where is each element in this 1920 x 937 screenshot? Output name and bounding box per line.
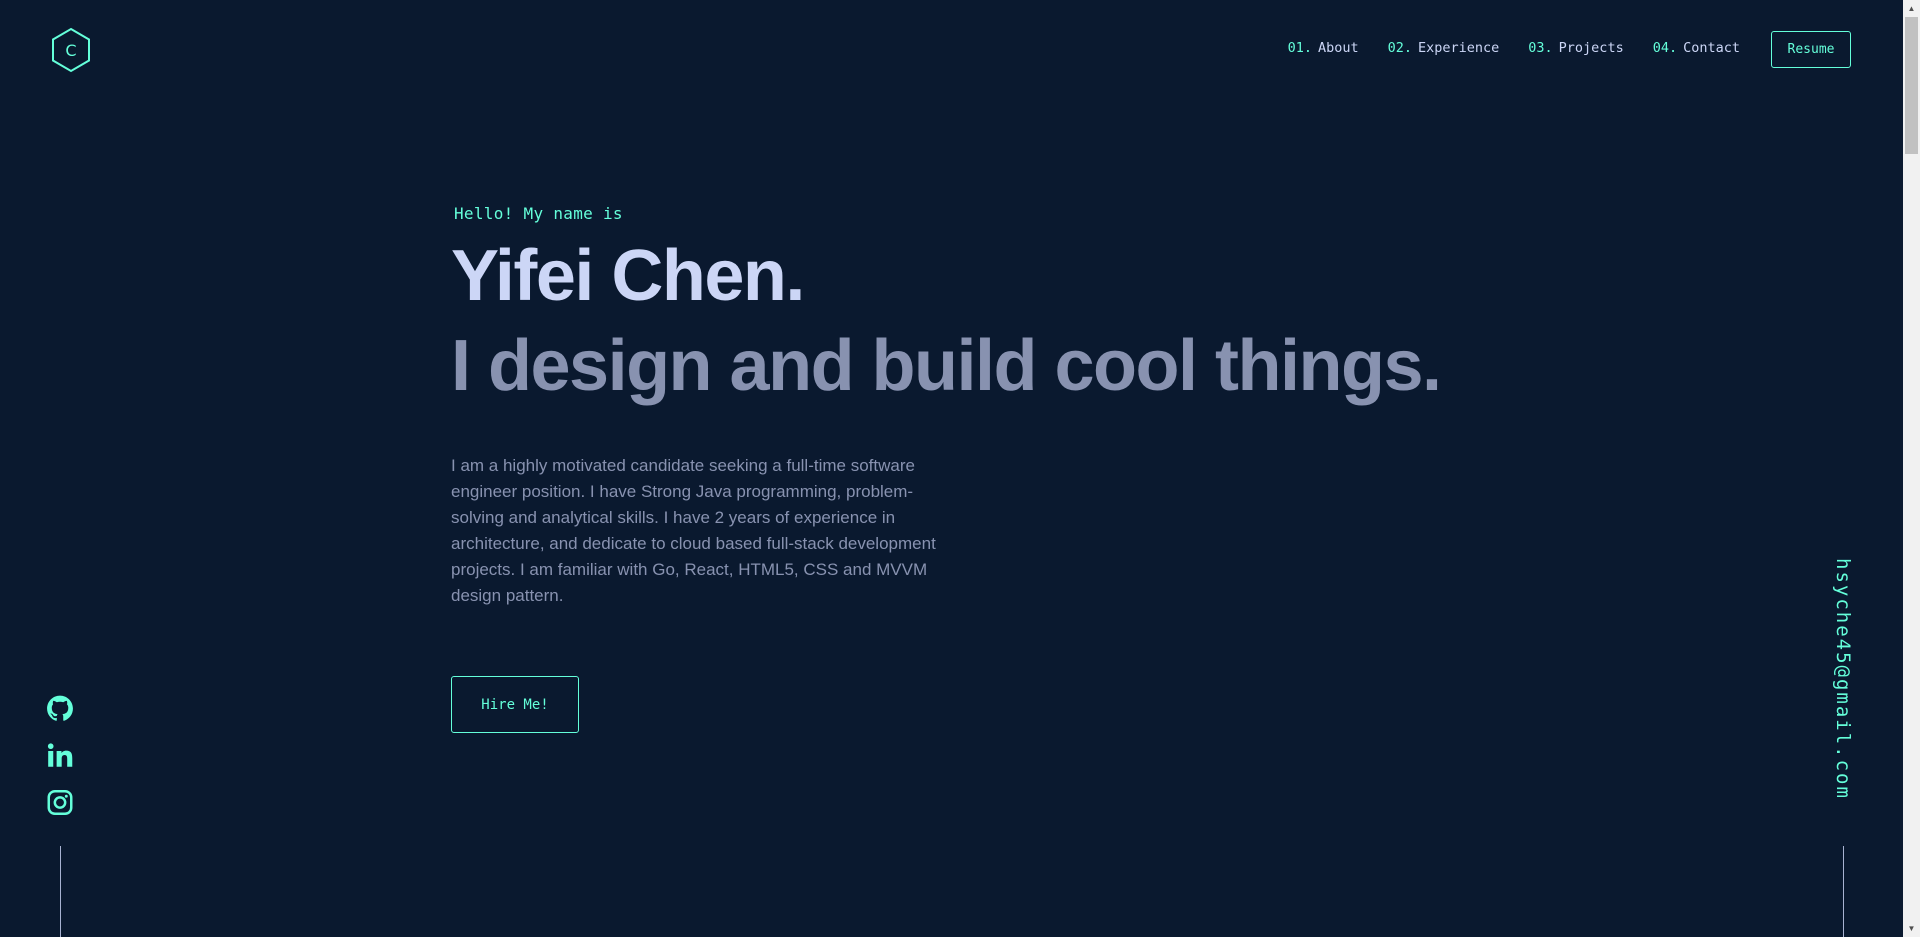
resume-button[interactable]: Resume [1771,31,1851,68]
nav-item-about[interactable]: 01. About [1288,40,1359,56]
linkedin-link[interactable] [46,742,74,769]
hero-description: I am a highly motivated candidate seekin… [451,456,936,605]
page-scrollbar[interactable]: ▲ ▼ [1903,0,1920,937]
scroll-up-arrow-icon[interactable]: ▲ [1903,0,1920,17]
nav-number: 04. [1652,40,1678,56]
nav-item-contact[interactable]: 04. Contact [1653,40,1740,56]
scroll-down-arrow-icon[interactable]: ▼ [1903,920,1920,937]
hero-intro: Hello! My name is [454,204,623,223]
main-nav: 01. About 02. Experience 03. Projects 04. Co… [1288,40,1740,56]
email-divider-line [1843,846,1844,937]
nav-number: 02. [1387,40,1412,56]
nav-label: Experience [1418,40,1500,56]
scrollbar-thumb[interactable] [1905,17,1918,154]
logo-letter: C [65,41,76,60]
nav-item-projects[interactable]: 03. Projects [1528,40,1623,56]
hire-me-button[interactable]: Hire Me! [451,676,579,733]
github-icon [47,695,73,721]
linkedin-icon [47,743,73,767]
nav-label: About [1317,40,1359,56]
nav-label: Contact [1683,40,1740,56]
nav-item-experience[interactable]: 02. Experience [1388,40,1500,56]
hero-tagline: I design and build cool things. [451,326,1442,406]
hero-name: Yifei Chen. [451,236,805,316]
instagram-link[interactable] [46,789,74,816]
github-link[interactable] [46,695,74,722]
nav-number: 01. [1287,40,1312,56]
email-link[interactable]: hsyche45@gmail.com [1832,558,1854,800]
logo[interactable]: C [50,27,92,73]
social-divider-line [60,846,61,937]
social-links [46,695,74,816]
hexagon-logo-icon: C [52,27,90,73]
nav-label: Projects [1558,40,1624,56]
nav-number: 03. [1528,40,1553,56]
instagram-icon [47,790,73,815]
